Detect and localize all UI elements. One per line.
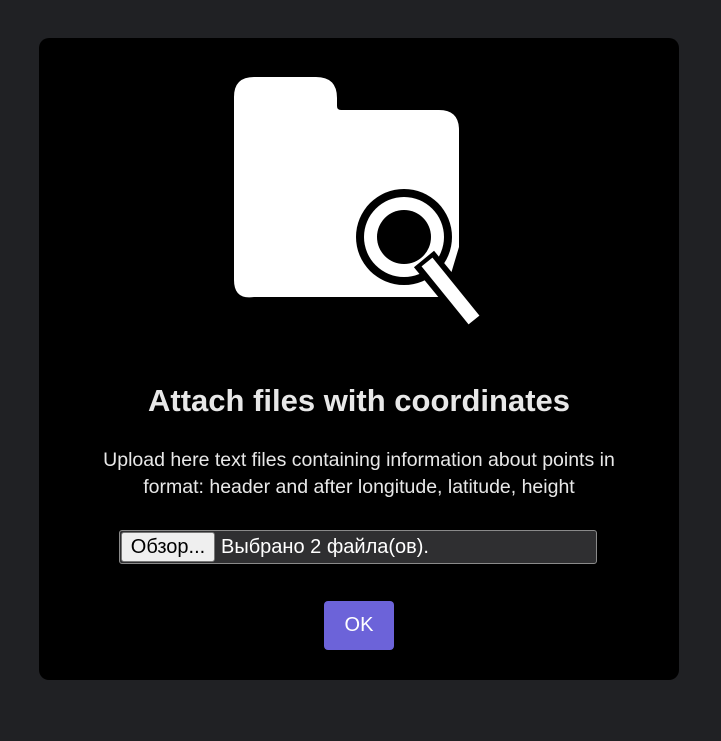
- dialog-title: Attach files with coordinates: [147, 383, 570, 418]
- file-selection-status: Выбрано 2 файла(ов).: [221, 536, 429, 558]
- folder-search-icon: [234, 77, 494, 337]
- file-input[interactable]: Обзор... Выбрано 2 файла(ов).: [119, 530, 597, 564]
- browse-button[interactable]: Обзор...: [121, 532, 215, 562]
- ok-button[interactable]: OK: [324, 601, 394, 650]
- upload-dialog: Attach files with coordinates Upload her…: [39, 38, 679, 680]
- dialog-description: Upload here text files containing inform…: [103, 449, 615, 498]
